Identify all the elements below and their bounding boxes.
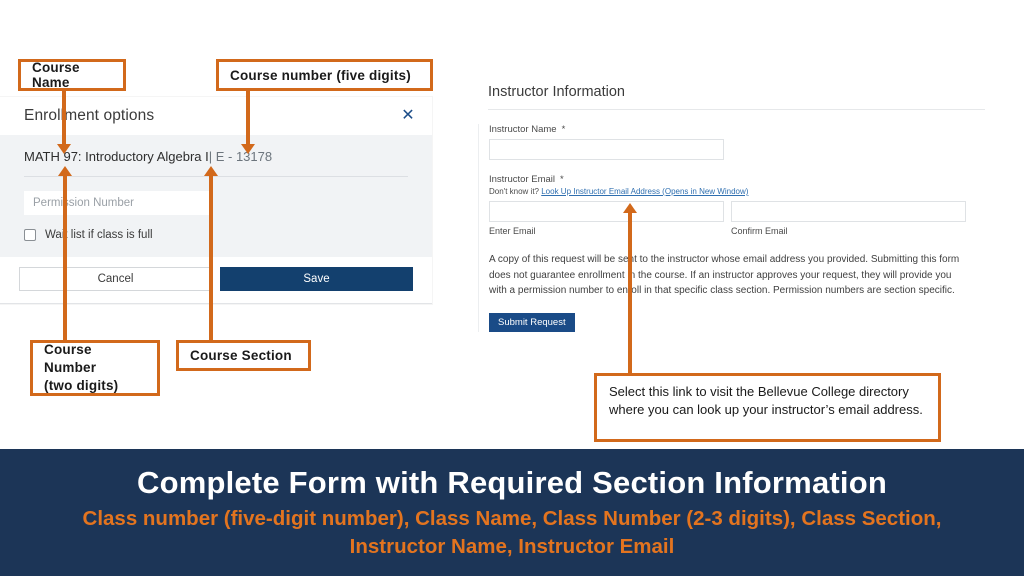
instructor-email-field-group: Instructor Email * Don't know it? Look Up… [489,174,988,236]
required-asterisk: * [561,124,566,135]
form-disclaimer: A copy of this request will be sent to t… [489,254,960,296]
annotation-link-note-text: Select this link to visit the Bellevue C… [609,384,923,418]
instructor-name-label-text: Instructor Name [489,124,557,135]
annotation-course-section-text: Course Section [190,348,292,363]
arrow-link-note-shaft [628,212,632,373]
instructor-name-field-group: Instructor Name * [489,124,988,160]
dialog-title: Enrollment options [24,107,155,124]
slide-canvas: Enrollment options ✕ MATH 97: Introducto… [0,0,1024,576]
email-lookup-hint: Don't know it? Look Up Instructor Email … [489,187,988,196]
annotation-course-name-text: Course Name [32,60,80,90]
form-heading: Instructor Information [488,84,625,100]
hint-prefix-text: Don't know it? [489,187,539,196]
confirm-email-input[interactable] [731,201,966,222]
instructor-email-label-text: Instructor Email [489,174,555,185]
waitlist-label: Wait list if class is full [45,229,153,241]
course-name-text: MATH 97: Introductory Algebra I [24,149,209,164]
enter-email-group: Enter Email [489,201,724,236]
waitlist-checkbox[interactable] [24,229,36,241]
heading-divider [488,109,985,110]
annotation-course-number-two-line2: (two digits) [44,378,119,394]
annotation-course-name: Course Name [18,59,126,91]
instructor-email-lookup-link[interactable]: Look Up Instructor Email Address (Opens … [541,187,748,196]
banner-subtitle: Class number (five-digit number), Class … [82,507,942,558]
waitlist-row[interactable]: Wait list if class is full [24,229,408,241]
arrow-course-number-head [241,144,255,154]
banner-title: Complete Form with Required Section Info… [137,465,887,501]
permission-number-placeholder: Permission Number [33,197,134,209]
enter-email-label: Enter Email [489,226,536,236]
arrow-course-name-head [57,144,71,154]
submit-request-button[interactable]: Submit Request [489,312,575,332]
email-inputs-row: Enter Email Confirm Email [489,201,988,236]
instructor-name-input[interactable] [489,139,724,160]
instructor-email-label: Instructor Email * [489,174,988,185]
arrow-link-note-head [623,203,637,213]
arrow-course-number-shaft [246,90,250,146]
annotation-course-number-five: Course number (five digits) [216,59,433,91]
annotation-course-section: Course Section [176,340,311,371]
confirm-email-group: Confirm Email [731,201,966,236]
confirm-email-label: Confirm Email [731,226,788,236]
arrow-course-section-head [204,166,218,176]
form-body: Instructor Name * Instructor Email * Don't… [478,124,988,332]
cancel-button[interactable]: Cancel [19,267,212,291]
annotation-link-note: Select this link to visit the Bellevue C… [594,373,941,442]
instructor-name-label: Instructor Name * [489,124,988,135]
annotation-course-number-two: Course Number (two digits) [30,340,160,396]
arrow-course-number-two-shaft [63,175,67,341]
instructor-information-form: Instructor Information Instructor Name * … [478,84,988,332]
arrow-course-section-shaft [209,175,213,341]
annotation-course-number-five-text: Course number (five digits) [230,67,411,83]
arrow-course-number-two-head [58,166,72,176]
annotation-course-number-two-line1: Course Number [44,341,97,375]
bottom-banner: Complete Form with Required Section Info… [0,449,1024,576]
arrow-course-name-shaft [62,90,66,146]
save-button[interactable]: Save [220,267,413,291]
required-asterisk: * [560,174,564,185]
permission-number-input[interactable]: Permission Number [24,191,210,215]
close-icon[interactable]: ✕ [398,106,418,126]
enter-email-input[interactable] [489,201,724,222]
